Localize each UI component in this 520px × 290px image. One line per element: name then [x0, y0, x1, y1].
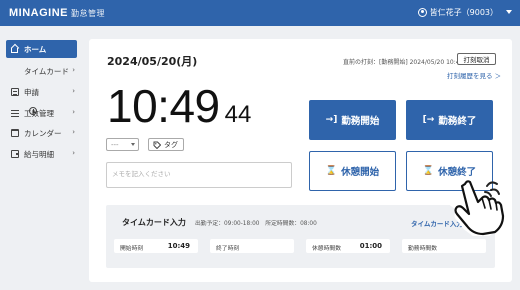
field-label: 勤務時間数 — [408, 246, 437, 252]
last-punch-info: 直前の打刻：[勤務開始] 2024/05/20 10:49 — [343, 59, 464, 66]
time-hours-minutes: 10:49 — [107, 80, 220, 132]
home-icon — [11, 45, 19, 53]
field-label: 休憩時間数 — [312, 246, 341, 252]
chevron-right-icon: › — [72, 66, 75, 74]
list-icon — [11, 109, 19, 117]
user-name: 皆仁花子（9003） — [429, 8, 498, 17]
chevron-right-icon: › — [72, 128, 75, 136]
hourglass-icon: ⌛ — [422, 166, 435, 176]
logo-text: MINAGINE — [9, 7, 68, 19]
sidebar-item-payslip[interactable]: 給与明細 › — [6, 145, 77, 163]
logo-subtitle: 勤怠管理 — [71, 9, 105, 18]
clock-out-button[interactable]: [→ 勤務終了 — [406, 100, 493, 140]
pointing-hand-icon — [448, 179, 505, 236]
break-hours-field[interactable]: 休憩時間数 01:00 — [306, 239, 390, 253]
user-menu[interactable]: 皆仁花子（9003） — [417, 7, 498, 18]
sidebar-item-calendar[interactable]: カレンダー › — [6, 124, 77, 142]
field-value: 01:00 — [359, 242, 382, 250]
clock-out-label: 勤務終了 — [438, 116, 477, 127]
hourglass-icon: ⌛ — [325, 166, 338, 176]
field-label: 終了時刻 — [216, 246, 240, 252]
planned-schedule: 出勤予定：09:00-18:00 所定時間数：08:00 — [195, 221, 317, 227]
timecard-input-panel: タイムカード入力 出勤予定：09:00-18:00 所定時間数：08:00 タイ… — [106, 205, 495, 268]
sidebar-item-label: カレンダー — [24, 128, 62, 138]
chevron-right-icon: › — [72, 87, 75, 95]
field-value: 10:49 — [167, 242, 190, 250]
work-type-select[interactable]: --- — [106, 138, 139, 151]
sidebar-item-request[interactable]: 申請 › — [6, 83, 77, 101]
clock-in-label: 勤務開始 — [341, 116, 380, 127]
time-seconds: 44 — [224, 101, 252, 128]
break-start-label: 休憩開始 — [341, 167, 380, 178]
sidebar-item-home[interactable]: ホーム — [6, 40, 77, 58]
logout-icon: [→ — [422, 115, 435, 125]
calendar-icon — [11, 129, 19, 137]
wallet-icon — [11, 150, 19, 158]
field-label: 開始時刻 — [120, 246, 144, 252]
tag-button-label: タグ — [164, 140, 178, 149]
user-icon — [417, 8, 427, 17]
break-start-button[interactable]: ⌛ 休憩開始 — [309, 151, 396, 191]
current-date: 2024/05/20(月) — [107, 55, 198, 68]
chevron-down-icon — [131, 143, 135, 146]
sidebar-item-label: 給与明細 — [24, 149, 54, 159]
timecard-title: タイムカード入力 — [122, 218, 186, 227]
app-header: MINAGINE 勤怠管理 皆仁花子（9003） — [0, 0, 520, 26]
sidebar-item-label: タイムカード — [24, 66, 69, 76]
chevron-right-icon: › — [72, 108, 75, 116]
current-time: 10:49 44 — [107, 79, 251, 133]
app-logo[interactable]: MINAGINE 勤怠管理 — [9, 7, 105, 19]
work-hours-field[interactable]: 勤務時間数 — [402, 239, 486, 253]
sidebar-item-label: ホーム — [24, 44, 47, 54]
sidebar-item-label: 工数管理 — [24, 108, 54, 118]
punch-history-link[interactable]: 打刻履歴を見る ＞ — [447, 70, 501, 80]
start-time-field[interactable]: 開始時刻 10:49 — [114, 239, 198, 253]
chevron-right-icon: › — [72, 149, 75, 157]
punch-card: 2024/05/20(月) 直前の打刻：[勤務開始] 2024/05/20 10… — [89, 39, 512, 282]
sidebar: ホーム タイムカード › 申請 › 工数管理 › カレンダー › 給与明細 › — [0, 26, 84, 290]
chevron-down-icon[interactable] — [506, 10, 512, 14]
sidebar-item-timecard[interactable]: タイムカード › — [6, 62, 77, 115]
clock-in-button[interactable]: →] 勤務開始 — [309, 100, 396, 140]
memo-input[interactable]: メモを記入ください — [106, 162, 292, 188]
sidebar-item-label: 申請 — [24, 87, 39, 97]
tag-button[interactable]: タグ — [148, 138, 184, 151]
sidebar-item-manhours[interactable]: 工数管理 › — [6, 104, 77, 122]
cancel-punch-button[interactable]: 打刻取消 — [457, 53, 496, 65]
select-value: --- — [111, 140, 119, 149]
tag-icon — [153, 141, 161, 149]
document-icon — [11, 88, 19, 96]
end-time-field[interactable]: 終了時刻 — [210, 239, 294, 253]
login-icon: →] — [325, 115, 338, 125]
